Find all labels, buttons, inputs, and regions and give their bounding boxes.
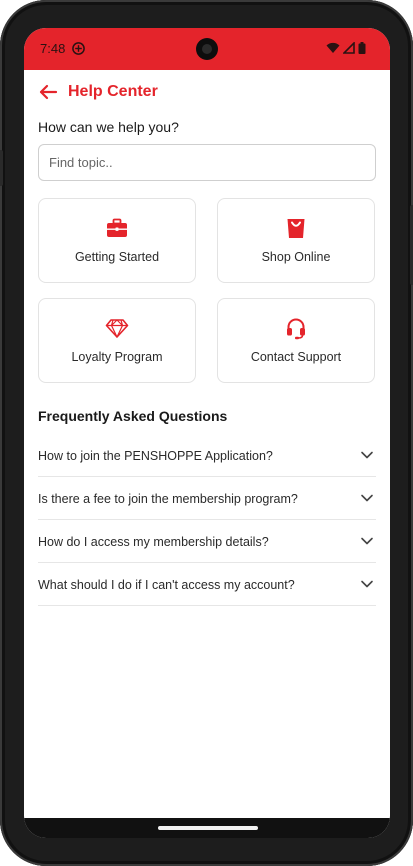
chevron-down-icon (360, 577, 374, 591)
phone-frame: 7:48 Help Center How can we help you? Fi… (0, 0, 413, 866)
screen: 7:48 Help Center How can we help you? Fi… (24, 28, 390, 838)
card-loyalty-program[interactable]: Loyalty Program (38, 298, 196, 383)
faq-title: Frequently Asked Questions (38, 408, 228, 424)
card-shop-online[interactable]: Shop Online (217, 198, 375, 283)
faq-question: How do I access my membership details? (38, 535, 269, 549)
briefcase-icon (105, 216, 129, 240)
wifi-icon (326, 42, 340, 54)
home-indicator[interactable] (158, 826, 258, 830)
status-bar: 7:48 (24, 28, 390, 70)
chevron-down-icon (360, 448, 374, 462)
cellular-signal-icon (343, 42, 355, 54)
chevron-down-icon (360, 491, 374, 505)
card-label: Shop Online (261, 250, 331, 264)
card-label: Loyalty Program (71, 350, 163, 364)
search-input[interactable] (38, 144, 376, 181)
faq-question: Is there a fee to join the membership pr… (38, 492, 298, 506)
diamond-icon (105, 316, 129, 340)
card-contact-support[interactable]: Contact Support (217, 298, 375, 383)
card-label: Contact Support (250, 350, 342, 364)
faq-item[interactable]: Is there a fee to join the membership pr… (38, 477, 376, 520)
faq-question: What should I do if I can't access my ac… (38, 578, 295, 592)
headset-icon (284, 316, 308, 340)
battery-icon (358, 42, 366, 54)
front-camera (196, 38, 218, 60)
faq-list: How to join the PENSHOPPE Application? I… (38, 434, 376, 606)
card-label: Getting Started (74, 250, 160, 264)
app-header: Help Center (24, 70, 390, 114)
chevron-down-icon (360, 534, 374, 548)
help-prompt: How can we help you? (38, 119, 179, 135)
system-nav-bar (24, 818, 390, 838)
status-icons (326, 42, 366, 54)
faq-item[interactable]: What should I do if I can't access my ac… (38, 563, 376, 606)
faq-item[interactable]: How to join the PENSHOPPE Application? (38, 434, 376, 477)
faq-question: How to join the PENSHOPPE Application? (38, 449, 273, 463)
game-controller-icon (72, 42, 85, 55)
shopping-bag-icon (284, 216, 308, 240)
faq-item[interactable]: How do I access my membership details? (38, 520, 376, 563)
power-button (0, 150, 3, 186)
arrow-left-icon[interactable] (38, 82, 58, 102)
card-getting-started[interactable]: Getting Started (38, 198, 196, 283)
status-time: 7:48 (40, 41, 66, 56)
page-title: Help Center (68, 83, 158, 100)
